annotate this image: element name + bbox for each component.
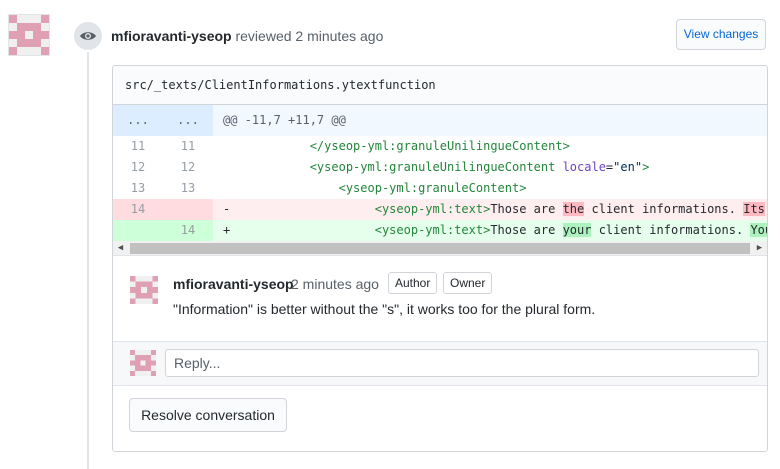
right-line-number[interactable]: 11: [163, 136, 213, 157]
review-comment: mfioravanti-yseop 2 minutes ago Author O…: [113, 256, 767, 342]
diff-context-row: 11 11 </yseop-yml:granuleUnilingueConten…: [113, 136, 767, 157]
comment-author-link[interactable]: mfioravanti-yseop: [173, 276, 294, 292]
reply-area: [113, 342, 767, 386]
code-line: </yseop-yml:granuleUnilingueContent>: [309, 139, 570, 153]
comment-body: "Information" is better without the "s",…: [173, 301, 596, 317]
left-line-number[interactable]: 14: [113, 199, 163, 220]
file-path-header: src/_texts/ClientInformations.ytextfunct…: [113, 66, 767, 105]
diff-addition-row: 14 + <yseop-yml:text>Those are your clie…: [113, 220, 767, 241]
code-line: + <yseop-yml:text>Those are your client …: [223, 220, 767, 241]
horizontal-scrollbar[interactable]: ◀ ▶: [113, 241, 767, 256]
right-line-number[interactable]: 12: [163, 157, 213, 178]
reviewer-avatar[interactable]: [8, 14, 50, 56]
identicon: [9, 15, 49, 55]
scroll-right-icon[interactable]: ▶: [752, 241, 767, 256]
eye-icon: [72, 20, 104, 52]
left-line-number: [113, 220, 163, 241]
diff-table: ... ... @@ -11,7 +11,7 @@ 11 11 </yseop-…: [113, 105, 767, 256]
review-action: reviewed: [235, 28, 292, 44]
timeline-line: [87, 50, 89, 469]
review-summary: mfioravanti-yseop reviewed 2 minutes ago: [111, 28, 383, 44]
left-line-number[interactable]: 13: [113, 178, 163, 199]
left-line-number[interactable]: 11: [113, 136, 163, 157]
reply-input[interactable]: [165, 349, 759, 377]
commenter-avatar[interactable]: [130, 276, 158, 304]
code-line: - <yseop-yml:text>Those are the client i…: [223, 202, 765, 216]
right-line-number[interactable]: 14: [163, 220, 213, 241]
word-deletion: Its: [743, 202, 765, 216]
scrollbar-thumb[interactable]: [130, 243, 750, 254]
file-path[interactable]: src/_texts/ClientInformations.ytextfunct…: [125, 78, 436, 92]
hunk-header: @@ -11,7 +11,7 @@: [223, 113, 346, 127]
diff-hunk-row: ... ... @@ -11,7 +11,7 @@: [113, 105, 767, 136]
diff-context-row: 12 12 <yseop-yml:granuleUnilingueContent…: [113, 157, 767, 178]
diff-deletion-row: 14 - <yseop-yml:text>Those are the clien…: [113, 199, 767, 220]
left-line-number[interactable]: 12: [113, 157, 163, 178]
expand-down-button[interactable]: ...: [163, 105, 213, 136]
view-changes-button[interactable]: View changes: [676, 19, 766, 50]
resolve-conversation-button[interactable]: Resolve conversation: [129, 398, 287, 432]
word-deletion: the: [562, 202, 585, 216]
code-line: <yseop-yml:granuleContent>: [338, 181, 527, 195]
right-line-number: [163, 199, 213, 220]
review-author-link[interactable]: mfioravanti-yseop: [111, 28, 232, 44]
right-line-number[interactable]: 13: [163, 178, 213, 199]
code-line: <yseop-yml:granuleUnilingueContent local…: [309, 160, 650, 174]
comment-time[interactable]: 2 minutes ago: [291, 276, 379, 292]
owner-badge: Owner: [443, 272, 493, 294]
review-time[interactable]: 2 minutes ago: [295, 28, 383, 44]
current-user-avatar: [130, 350, 156, 376]
scroll-left-icon[interactable]: ◀: [113, 241, 128, 256]
author-badge: Author: [388, 272, 438, 294]
word-addition: Your: [750, 223, 767, 237]
resolve-area: Resolve conversation: [113, 386, 767, 446]
word-addition: your: [562, 223, 592, 237]
review-thread: src/_texts/ClientInformations.ytextfunct…: [112, 65, 768, 452]
diff-context-row: 13 13 <yseop-yml:granuleContent>: [113, 178, 767, 199]
expand-up-button[interactable]: ...: [113, 105, 163, 136]
